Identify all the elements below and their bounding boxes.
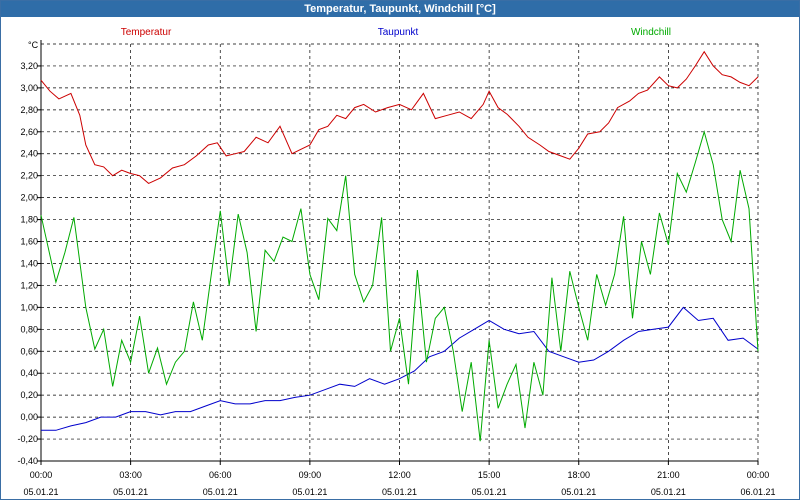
x-tick-time: 09:00 [299, 470, 322, 480]
y-tick-label: 0,00 [20, 412, 38, 422]
y-tick-label: 2,00 [20, 193, 38, 203]
grid [40, 43, 759, 462]
x-tick-date: 05.01.21 [203, 487, 238, 497]
y-tick-label: 1,40 [20, 258, 38, 268]
y-tick-label: -0,40 [17, 456, 38, 466]
x-tick-time: 00:00 [747, 470, 770, 480]
x-tick-time: 06:00 [209, 470, 232, 480]
legend: Temperatur Taupunkt Windchill [121, 27, 671, 38]
y-axis-unit: °C [28, 40, 39, 50]
x-tick-date: 05.01.21 [651, 487, 686, 497]
x-tick-date: 05.01.21 [292, 487, 327, 497]
y-tick-label: 1,00 [20, 302, 38, 312]
y-tick-label: 1,20 [20, 280, 38, 290]
x-tick-time: 21:00 [657, 470, 680, 480]
x-tick-time: 03:00 [119, 470, 142, 480]
y-tick-label: 0,20 [20, 390, 38, 400]
legend-entry-taupunkt: Taupunkt [378, 27, 419, 38]
chart-window: Temperatur, Taupunkt, Windchill [°C] -0,… [0, 0, 800, 500]
y-tick-label: 3,00 [20, 83, 38, 93]
y-tick-label: 1,60 [20, 237, 38, 247]
x-tick-date: 05.01.21 [382, 487, 417, 497]
y-tick-label: 2,60 [20, 127, 38, 137]
x-tick-date: 05.01.21 [561, 487, 596, 497]
chart-svg: -0,40 -0,20 0,00 0,20 0,40 0,60 0,80 1,00 1,20 1,… [17, 27, 775, 497]
x-tick-labels: 00:00 05.01.21 03:00 05.01.21 06:00 05.01.21 0… [23, 470, 775, 497]
legend-entry-windchill: Windchill [631, 27, 671, 38]
y-tick-labels: -0,40 -0,20 0,00 0,20 0,40 0,60 0,80 1,00 1,20 1,… [17, 61, 38, 466]
y-tick-label: 0,60 [20, 346, 38, 356]
y-tick-label: 2,20 [20, 171, 38, 181]
x-tick-date: 06.01.21 [740, 487, 775, 497]
y-tick-label: -0,20 [17, 434, 38, 444]
x-tick-date: 05.01.21 [472, 487, 507, 497]
legend-entry-temperatur: Temperatur [121, 27, 172, 38]
axes [37, 40, 759, 465]
x-tick-date: 05.01.21 [23, 487, 58, 497]
y-tick-label: 2,40 [20, 149, 38, 159]
y-tick-label: 0,80 [20, 324, 38, 334]
x-tick-time: 00:00 [30, 470, 53, 480]
x-tick-time: 18:00 [567, 470, 590, 480]
x-tick-time: 12:00 [388, 470, 411, 480]
y-tick-label: 2,80 [20, 105, 38, 115]
y-tick-label: 3,20 [20, 61, 38, 71]
x-tick-date: 05.01.21 [113, 487, 148, 497]
x-tick-time: 15:00 [478, 470, 501, 480]
y-tick-label: 0,40 [20, 368, 38, 378]
y-tick-label: 1,80 [20, 215, 38, 225]
